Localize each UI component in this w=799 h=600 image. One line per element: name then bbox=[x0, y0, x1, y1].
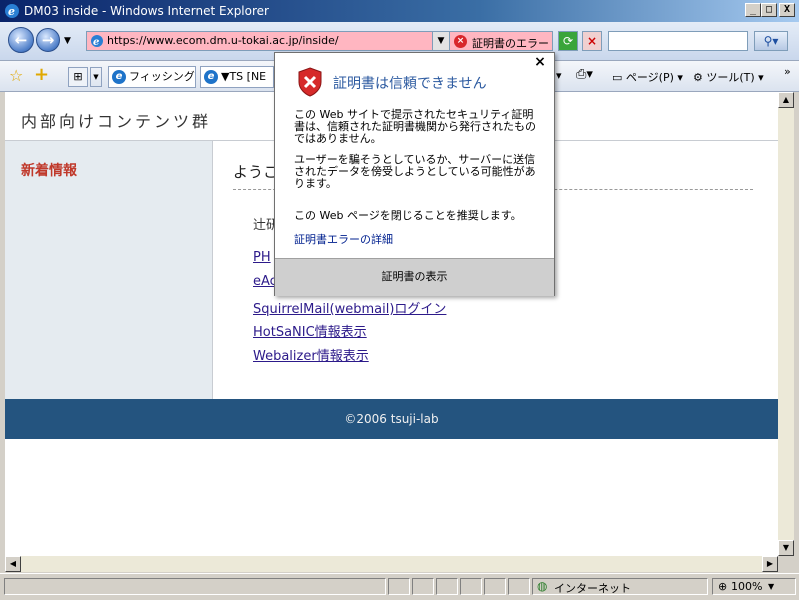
search-icon: ⚲▾ bbox=[763, 34, 779, 48]
maximize-button[interactable]: □ bbox=[761, 3, 777, 17]
view-certificate-button[interactable]: 証明書の表示 bbox=[275, 258, 554, 296]
tab-ts[interactable]: e ▼TS [NE bbox=[200, 66, 274, 88]
link-ph[interactable]: PH bbox=[253, 250, 271, 265]
search-button[interactable]: ⚲▾ bbox=[754, 31, 788, 51]
scroll-left-icon[interactable]: ◀ bbox=[5, 556, 21, 572]
scroll-right-icon[interactable]: ▶ bbox=[762, 556, 778, 572]
stop-icon[interactable]: × bbox=[582, 31, 602, 51]
certificate-error-label: 証明書のエラー bbox=[472, 37, 549, 50]
globe-icon: ◍ bbox=[537, 579, 548, 593]
window-title: DM03 inside - Windows Internet Explorer bbox=[24, 4, 269, 18]
gear-icon: ⚙ bbox=[693, 71, 703, 84]
popup-paragraph-1: この Web サイトで提示されたセキュリティ証明書は、信頼された証明書機関から発… bbox=[294, 108, 536, 145]
favorites-star-icon[interactable]: ☆ bbox=[9, 66, 23, 85]
link-hotsanic[interactable]: HotSaNIC情報表示 bbox=[253, 321, 367, 340]
sidebar-news-heading: 新着情報 bbox=[21, 163, 77, 179]
sidebar: 新着情報 bbox=[5, 141, 213, 399]
svg-text:e: e bbox=[8, 5, 15, 18]
welcome-heading: ようこ bbox=[233, 163, 279, 181]
minimize-button[interactable]: _ bbox=[745, 3, 761, 17]
status-pane bbox=[508, 578, 530, 595]
back-button[interactable]: ← bbox=[8, 27, 34, 53]
scroll-up-icon[interactable]: ▲ bbox=[778, 92, 794, 108]
search-input[interactable] bbox=[608, 31, 748, 51]
status-pane bbox=[460, 578, 482, 595]
page-menu-label: ページ(P) bbox=[625, 71, 674, 84]
error-shield-icon bbox=[297, 67, 323, 97]
tools-menu-label: ツール(T) bbox=[706, 71, 755, 84]
status-text-pane bbox=[4, 578, 386, 595]
recent-pages-dropdown[interactable]: ▼ bbox=[64, 36, 71, 46]
popup-close-button[interactable]: × bbox=[533, 55, 547, 69]
popup-paragraph-2: ユーザーを騙そうとしているか、サーバーに送信されたデータを傍受しようとしている可… bbox=[294, 153, 536, 190]
title-bar: e DM03 inside - Windows Internet Explore… bbox=[0, 0, 799, 22]
tab-list-dropdown[interactable]: ▼ bbox=[90, 67, 102, 87]
page-menu[interactable]: ▭ ページ(P) ▾ bbox=[612, 69, 683, 85]
tools-menu[interactable]: ⚙ ツール(T) ▾ bbox=[693, 69, 764, 85]
address-bar[interactable]: e https://www.ecom.dm.u-tokai.ac.jp/insi… bbox=[86, 31, 450, 51]
toolbar-overflow-icon[interactable]: » bbox=[784, 65, 791, 78]
status-pane bbox=[388, 578, 410, 595]
add-favorite-icon[interactable]: + bbox=[34, 64, 49, 85]
status-bar: ◍ インターネット ⊕ 100% ▼ bbox=[0, 573, 799, 600]
status-pane bbox=[412, 578, 434, 595]
close-window-button[interactable]: X bbox=[779, 3, 795, 17]
address-url: https://www.ecom.dm.u-tokai.ac.jp/inside… bbox=[107, 34, 339, 47]
refresh-icon[interactable]: ⟳ bbox=[558, 31, 578, 51]
error-shield-icon: × bbox=[454, 35, 467, 48]
status-pane bbox=[484, 578, 506, 595]
vertical-scrollbar[interactable]: ▲ ▼ bbox=[778, 92, 794, 556]
certificate-error-indicator[interactable]: × 証明書のエラー bbox=[450, 31, 553, 51]
ie-logo-icon: e bbox=[4, 3, 20, 19]
zoom-dropdown-icon[interactable]: ▼ bbox=[768, 582, 774, 591]
tab-ie-icon: e bbox=[204, 70, 218, 84]
page-footer: ©2006 tsuji-lab bbox=[5, 399, 778, 439]
tab-label: フィッシング... bbox=[129, 70, 195, 83]
popup-title: 証明書は信頼できません bbox=[333, 76, 487, 92]
zoom-icon: ⊕ bbox=[718, 580, 728, 593]
page-title: 内部向けコンテンツ群 bbox=[21, 112, 212, 131]
zone-label: インターネット bbox=[554, 582, 631, 595]
print-icon[interactable]: ⎙▾ bbox=[576, 67, 593, 82]
status-pane bbox=[436, 578, 458, 595]
tab-label: ▼TS [NE bbox=[221, 70, 267, 83]
svg-text:e: e bbox=[93, 37, 99, 48]
address-dropdown-icon[interactable]: ▼ bbox=[432, 32, 449, 50]
link-webalizer[interactable]: Webalizer情報表示 bbox=[253, 345, 369, 364]
quick-tabs-icon[interactable]: ⊞ bbox=[68, 67, 88, 87]
certificate-details-link[interactable]: 証明書エラーの詳細 bbox=[294, 231, 393, 247]
link-squirrelmail[interactable]: SquirrelMail(webmail)ログイン bbox=[253, 298, 446, 317]
scroll-down-icon[interactable]: ▼ bbox=[778, 540, 794, 556]
popup-paragraph-3: この Web ページを閉じることを推奨します。 bbox=[294, 209, 522, 222]
tab-ie-icon: e bbox=[112, 70, 126, 84]
page-icon: e bbox=[90, 34, 104, 51]
forward-button[interactable]: → bbox=[36, 28, 60, 52]
horizontal-scrollbar[interactable]: ◀ ▶ bbox=[5, 556, 778, 572]
home-dropdown[interactable]: ▾ bbox=[556, 69, 562, 82]
zoom-level[interactable]: 100% bbox=[731, 580, 762, 593]
certificate-error-popup: 証明書は信頼できません × この Web サイトで提示されたセキュリティ証明書は… bbox=[274, 52, 555, 296]
copyright-text: ©2006 tsuji-lab bbox=[344, 412, 439, 426]
tab-phishing[interactable]: e フィッシング... bbox=[108, 66, 196, 88]
